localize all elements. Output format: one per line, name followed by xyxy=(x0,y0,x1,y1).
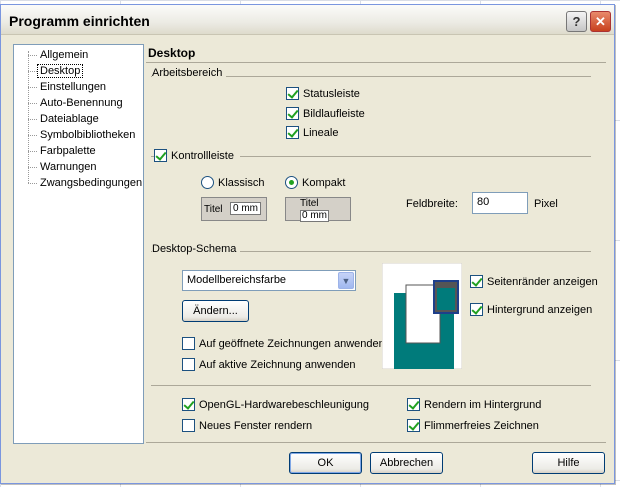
checkbox-label: Bildlaufleiste xyxy=(303,107,365,120)
checkbox-label: Rendern im Hintergrund xyxy=(424,398,542,411)
checkbox-label: Lineale xyxy=(303,126,339,139)
tree-item-auto-benennung[interactable]: Auto-Benennung xyxy=(38,97,125,109)
checkbox-label: Statusleiste xyxy=(303,87,360,100)
titlebar: Programm einrichten ? ✕ xyxy=(1,5,614,35)
category-tree: Allgemein Desktop Einstellungen Auto-Ben… xyxy=(13,44,144,444)
close-icon[interactable]: ✕ xyxy=(590,11,611,32)
help-icon[interactable]: ? xyxy=(566,11,587,32)
checkbox-label: Hintergrund anzeigen xyxy=(487,303,593,316)
tree-connector xyxy=(28,103,37,104)
checkbox-label: Auf geöffnete Zeichnungen anwenden xyxy=(199,337,385,350)
tree-item-einstellungen[interactable]: Einstellungen xyxy=(38,81,108,93)
preview-value: 0 mm xyxy=(230,202,261,215)
tree-connector xyxy=(28,167,37,168)
tree-connector xyxy=(28,71,37,72)
auf-geoeffnete-checkbox[interactable]: Auf geöffnete Zeichnungen anwenden xyxy=(182,337,385,350)
tree-connector xyxy=(28,55,37,56)
schema-preview-image xyxy=(382,263,462,369)
auf-aktive-checkbox[interactable]: Auf aktive Zeichnung anwenden xyxy=(182,358,356,371)
tree-item-symbolbibliotheken[interactable]: Symbolbibliotheken xyxy=(38,129,137,141)
feldbreite-input[interactable]: 80 xyxy=(472,192,528,214)
radio-dot[interactable] xyxy=(201,176,214,189)
window-title: Programm einrichten xyxy=(9,13,150,29)
flimmerfrei-checkbox[interactable]: Flimmerfreies Zeichnen xyxy=(407,419,539,432)
opengl-checkbox[interactable]: OpenGL-Hardwarebeschleunigung xyxy=(182,398,369,411)
checkbox-box[interactable] xyxy=(286,126,299,139)
checkbox-box[interactable] xyxy=(182,419,195,432)
kontrollleiste-checkbox[interactable]: Kontrollleiste xyxy=(154,149,240,162)
checkbox-box[interactable] xyxy=(286,87,299,100)
checkbox-label: Flimmerfreies Zeichnen xyxy=(424,419,539,432)
checkbox-label: Auf aktive Zeichnung anwenden xyxy=(199,358,356,371)
abbrechen-button[interactable]: Abbrechen xyxy=(370,452,443,474)
tree-item-zwangsbedingungen[interactable]: Zwangsbedingungen xyxy=(38,177,144,189)
checkbox-box[interactable] xyxy=(470,275,483,288)
tree-item-allgemein[interactable]: Allgemein xyxy=(38,49,90,61)
feldbreite-unit: Pixel xyxy=(534,198,562,210)
checkbox-box[interactable] xyxy=(182,337,195,350)
footer-divider xyxy=(146,442,606,443)
preview-title: Titel xyxy=(204,204,223,215)
neues-fenster-checkbox[interactable]: Neues Fenster rendern xyxy=(182,419,312,432)
panel-divider xyxy=(146,62,606,63)
checkbox-box[interactable] xyxy=(470,303,483,316)
hintergrund-checkbox[interactable]: Hintergrund anzeigen xyxy=(470,303,592,316)
chevron-down-icon[interactable]: ▼ xyxy=(338,272,354,289)
checkbox-label: Seitenränder anzeigen xyxy=(487,275,598,288)
checkbox-label: OpenGL-Hardwarebeschleunigung xyxy=(199,398,369,411)
group-divider xyxy=(151,385,591,386)
feldbreite-label: Feldbreite: xyxy=(406,198,462,210)
tree-connector xyxy=(28,87,37,88)
checkbox-label: Neues Fenster rendern xyxy=(199,419,313,432)
tree-connector xyxy=(28,151,37,152)
checkbox-box[interactable] xyxy=(182,358,195,371)
aendern-button[interactable]: Ändern... xyxy=(182,300,249,322)
bildlaufleiste-checkbox[interactable]: Bildlaufleiste xyxy=(286,107,365,120)
tree-connector xyxy=(28,119,37,120)
preview-control-bar-fill xyxy=(437,288,455,310)
classic-layout-preview: Titel 0 mm xyxy=(201,197,267,221)
klassisch-radio[interactable]: Klassisch xyxy=(201,176,264,189)
radio-dot[interactable] xyxy=(285,176,298,189)
tree-item-dateiablage[interactable]: Dateiablage xyxy=(38,113,101,125)
ok-button[interactable]: OK xyxy=(289,452,362,474)
tree-item-desktop[interactable]: Desktop xyxy=(36,64,84,78)
kompakt-radio[interactable]: Kompakt xyxy=(285,176,345,189)
checkbox-label: Kontrollleiste xyxy=(171,149,234,162)
group-label-arbeitsbereich: Arbeitsbereich xyxy=(152,67,227,79)
tree-connector xyxy=(28,183,37,184)
checkbox-box[interactable] xyxy=(407,398,420,411)
panel-title: Desktop xyxy=(148,46,196,60)
group-label-desktop-schema: Desktop-Schema xyxy=(152,243,241,255)
settings-dialog: Programm einrichten ? ✕ Allgemein Deskto… xyxy=(0,4,615,484)
tree-item-farbpalette[interactable]: Farbpalette xyxy=(38,145,98,157)
preview-value: 0 mm xyxy=(300,210,329,222)
tree-item-warnungen[interactable]: Warnungen xyxy=(38,161,98,173)
preview-title: Titel xyxy=(300,198,319,209)
compact-layout-preview: Titel 0 mm xyxy=(285,197,351,222)
checkbox-box[interactable] xyxy=(182,398,195,411)
schema-select-value: Modellbereichsfarbe xyxy=(187,274,287,286)
lineale-checkbox[interactable]: Lineale xyxy=(286,126,338,139)
statusleiste-checkbox[interactable]: Statusleiste xyxy=(286,87,360,100)
hilfe-button[interactable]: Hilfe xyxy=(532,452,605,474)
render-hintergrund-checkbox[interactable]: Rendern im Hintergrund xyxy=(407,398,541,411)
checkbox-box[interactable] xyxy=(407,419,420,432)
schema-select[interactable]: Modellbereichsfarbe ▼ xyxy=(182,270,356,291)
tree-connector xyxy=(28,135,37,136)
radio-label: Klassisch xyxy=(218,176,265,189)
checkbox-box[interactable] xyxy=(286,107,299,120)
seitenraender-checkbox[interactable]: Seitenränder anzeigen xyxy=(470,275,598,288)
checkbox-box[interactable] xyxy=(154,149,167,162)
radio-label: Kompakt xyxy=(302,176,346,189)
